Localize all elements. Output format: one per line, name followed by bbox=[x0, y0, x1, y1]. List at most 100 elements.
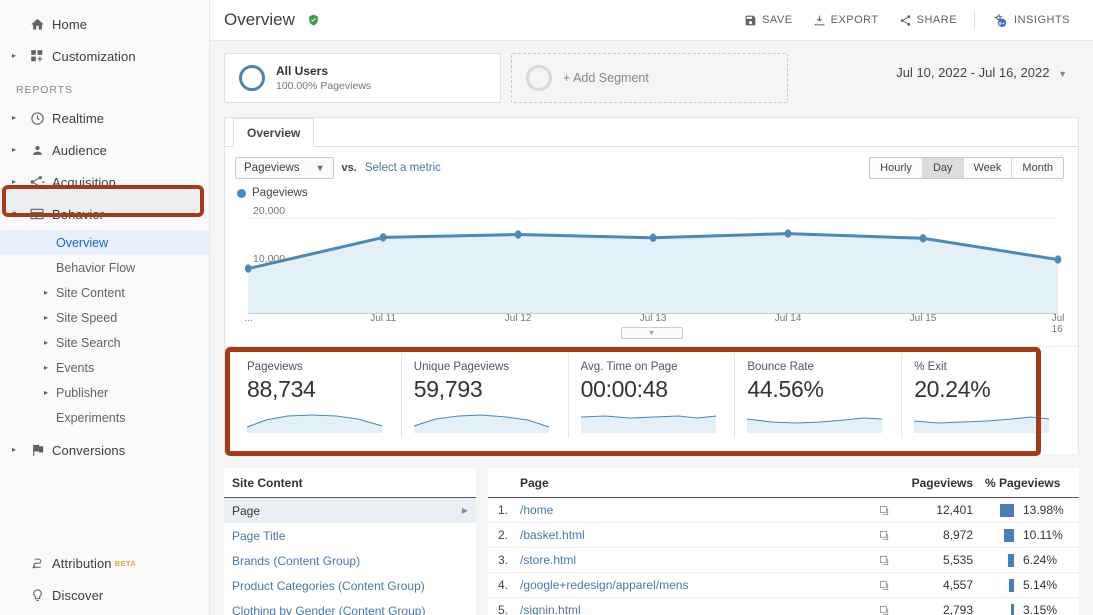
pageviews-chart[interactable]: 20,000 10,000 ... Jul 11 Jul 12 Jul 13 Jul 14… bbox=[237, 201, 1066, 335]
chevron-right-icon: ▸ bbox=[11, 445, 16, 454]
column-header-page[interactable]: Page bbox=[520, 476, 871, 490]
metric-tile[interactable]: Bounce Rate 44.56% bbox=[735, 353, 903, 438]
metric-tile-value: 88,734 bbox=[247, 376, 316, 402]
sidebar-subitem-publisher[interactable]: ▸ Publisher bbox=[0, 380, 209, 405]
chart-x-tick: Jul 15 bbox=[909, 313, 937, 324]
add-segment-button[interactable]: + Add Segment bbox=[511, 53, 788, 103]
table-row[interactable]: 2. /basket.html 8,972 10.11% bbox=[488, 523, 1079, 548]
dimension-row[interactable]: Page Title bbox=[224, 523, 476, 548]
dimension-row-label: Clothing by Gender (Content Group) bbox=[232, 603, 426, 615]
dimension-row[interactable]: Brands (Content Group) bbox=[224, 548, 476, 573]
sidebar-subitem-label: Site Content bbox=[56, 285, 125, 300]
sidebar-item-home[interactable]: Home bbox=[0, 8, 209, 40]
sidebar-item-customization[interactable]: ▸ Customization bbox=[0, 40, 209, 72]
date-range-picker[interactable]: Jul 10, 2022 - Jul 16, 2022 ▼ bbox=[896, 65, 1079, 92]
add-segment-ring-icon bbox=[526, 65, 552, 91]
row-page-link[interactable]: /home bbox=[520, 503, 871, 517]
open-page-icon[interactable] bbox=[871, 505, 897, 516]
open-page-icon[interactable] bbox=[871, 555, 897, 566]
granularity-hourly[interactable]: Hourly bbox=[870, 158, 923, 178]
chevron-right-icon: ▶ bbox=[461, 506, 468, 515]
sidebar-subitem-label: Overview bbox=[56, 235, 109, 250]
metric-tile[interactable]: Avg. Time on Page 00:00:48 bbox=[569, 353, 736, 438]
segment-all-users[interactable]: All Users 100.00% Pageviews bbox=[224, 53, 501, 103]
row-pct-cell: 6.24% bbox=[973, 553, 1069, 567]
sidebar-item-audience[interactable]: ▸ Audience bbox=[0, 134, 209, 166]
sidebar-item-discover[interactable]: Discover bbox=[0, 579, 209, 611]
add-segment-label: + Add Segment bbox=[563, 71, 649, 85]
analytics-app: Home ▸ Customization REPORTS ▸ Realtime … bbox=[0, 0, 1093, 615]
chart-x-tick: Jul 11 bbox=[370, 313, 397, 324]
sidebar-item-label: Customization bbox=[52, 48, 136, 64]
dimension-row[interactable]: Clothing by Gender (Content Group) bbox=[224, 598, 476, 615]
insights-button[interactable]: 9+ INSIGHTS bbox=[983, 8, 1079, 33]
open-page-icon[interactable] bbox=[871, 605, 897, 615]
granularity-week[interactable]: Week bbox=[963, 158, 1013, 178]
row-page-link[interactable]: /signin.html bbox=[520, 603, 871, 615]
tab-overview[interactable]: Overview bbox=[233, 118, 315, 147]
granularity-month[interactable]: Month bbox=[1012, 158, 1063, 178]
table-row[interactable]: 4. /google+redesign/apparel/mens 4,557 5.14… bbox=[488, 573, 1079, 598]
chevron-down-icon: ▼ bbox=[1058, 68, 1067, 79]
chevron-down-icon: ▼ bbox=[315, 163, 325, 173]
sidebar-subitem-site-speed[interactable]: ▸ Site Speed bbox=[0, 305, 209, 330]
dimension-row[interactable]: Product Categories (Content Group) bbox=[224, 573, 476, 598]
save-button[interactable]: SAVE bbox=[735, 9, 802, 32]
row-pct-cell: 10.11% bbox=[973, 528, 1069, 542]
row-pageviews: 4,557 bbox=[942, 578, 973, 592]
open-page-icon[interactable] bbox=[871, 530, 897, 541]
sidebar-item-conversions[interactable]: ▸ Conversions bbox=[0, 434, 209, 466]
dimension-row-label: Page bbox=[232, 503, 261, 518]
row-page-link[interactable]: /basket.html bbox=[520, 528, 871, 542]
share-button[interactable]: SHARE bbox=[890, 9, 966, 32]
table-row[interactable]: 3. /store.html 5,535 6.24% bbox=[488, 548, 1079, 573]
row-pct-value: 6.24% bbox=[1023, 553, 1058, 567]
metric-tile[interactable]: Pageviews 88,734 bbox=[235, 353, 402, 438]
sidebar-item-label: Home bbox=[52, 16, 88, 32]
chart-svg bbox=[244, 217, 1062, 314]
sidebar-subitem-overview[interactable]: Overview bbox=[0, 230, 209, 255]
metric-select[interactable]: Pageviews ▼ bbox=[235, 157, 334, 179]
insights-icon: 9+ bbox=[994, 13, 1007, 27]
sidebar-subitem-site-content[interactable]: ▸ Site Content bbox=[0, 280, 209, 305]
clock-icon bbox=[22, 111, 52, 126]
open-page-icon[interactable] bbox=[871, 580, 897, 591]
column-header-pageviews[interactable]: Pageviews bbox=[871, 476, 973, 490]
row-index: 3. bbox=[498, 553, 509, 567]
sidebar-item-behavior[interactable]: ▾ Behavior bbox=[0, 198, 209, 230]
metric-tile-value: 00:00:48 bbox=[580, 376, 668, 402]
dimension-row-label: Page Title bbox=[232, 528, 286, 543]
dimension-row[interactable]: Page ▶ bbox=[224, 498, 476, 523]
row-page-link[interactable]: /google+redesign/apparel/mens bbox=[520, 578, 871, 592]
chevron-right-icon: ▸ bbox=[44, 363, 49, 372]
chart-range-handle[interactable]: ▼ bbox=[620, 327, 683, 339]
sidebar-item-attribution[interactable]: Attribution BETA bbox=[0, 547, 209, 579]
export-button[interactable]: EXPORT bbox=[804, 9, 888, 32]
sidebar-subitem-behavior-flow[interactable]: Behavior Flow bbox=[0, 255, 209, 280]
sidebar-item-realtime[interactable]: ▸ Realtime bbox=[0, 102, 209, 134]
sidebar-subitem-events[interactable]: ▸ Events bbox=[0, 355, 209, 380]
select-a-metric-link[interactable]: Select a metric bbox=[365, 162, 441, 174]
metric-tiles: Pageviews 88,734 Unique Pageviews 59,793 Avg… bbox=[225, 346, 1078, 454]
metric-tile[interactable]: Unique Pageviews 59,793 bbox=[402, 353, 569, 438]
sidebar: Home ▸ Customization REPORTS ▸ Realtime … bbox=[0, 0, 210, 615]
granularity-toggle: Hourly Day Week Month bbox=[869, 157, 1064, 179]
metric-tile-label: Pageviews bbox=[247, 361, 303, 373]
dimension-panel-header: Site Content bbox=[224, 468, 476, 498]
export-icon bbox=[814, 15, 824, 25]
sidebar-subitem-experiments[interactable]: Experiments bbox=[0, 405, 209, 430]
sidebar-subitem-site-search[interactable]: ▸ Site Search bbox=[0, 330, 209, 355]
column-header-pct-pageviews[interactable]: % Pageviews bbox=[973, 476, 1069, 490]
row-pageviews: 12,401 bbox=[936, 503, 973, 517]
divider bbox=[974, 11, 976, 29]
table-row[interactable]: 5. /signin.html 2,793 3.15% bbox=[488, 598, 1079, 615]
chevron-right-icon: ▸ bbox=[44, 388, 49, 397]
metric-tile[interactable]: % Exit 20.24% bbox=[902, 353, 1068, 438]
table-row[interactable]: 1. /home 12,401 13.98% bbox=[488, 498, 1079, 523]
granularity-label: Day bbox=[932, 162, 953, 174]
beta-badge: BETA bbox=[114, 558, 137, 568]
row-page-link[interactable]: /store.html bbox=[520, 553, 871, 567]
customization-icon bbox=[22, 49, 52, 63]
granularity-day[interactable]: Day bbox=[922, 158, 964, 178]
